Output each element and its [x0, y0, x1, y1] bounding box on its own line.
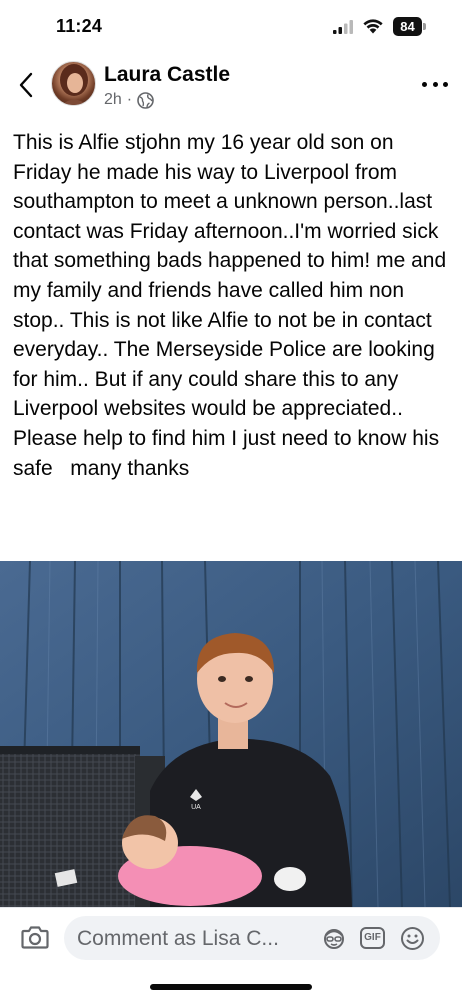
post-timestamp[interactable]: 2h	[104, 91, 122, 109]
gif-icon[interactable]: GIF	[360, 927, 385, 949]
battery-level: 84	[393, 17, 422, 36]
wifi-icon	[363, 19, 383, 34]
camera-icon[interactable]	[21, 924, 49, 950]
brand-logo: UA	[191, 804, 201, 811]
comment-bar: Comment as Lisa C... GIF	[0, 907, 462, 970]
battery-icon: 84	[393, 17, 426, 36]
comment-placeholder: Comment as Lisa C...	[77, 927, 279, 950]
chevron-left-icon	[19, 72, 33, 98]
comment-input[interactable]: Comment as Lisa C... GIF	[64, 916, 440, 960]
avatar-image	[60, 64, 88, 105]
battery-tip	[423, 23, 426, 30]
status-bar: 11:24 84	[0, 0, 462, 54]
home-indicator[interactable]	[150, 984, 312, 990]
globe-icon	[137, 91, 154, 109]
photo-image: UA	[0, 561, 462, 907]
more-dot	[422, 81, 427, 87]
post-photo[interactable]: UA	[0, 561, 462, 907]
status-time: 11:24	[56, 16, 103, 36]
post-header: Laura Castle 2h ·	[0, 56, 462, 116]
more-dot	[443, 81, 448, 87]
more-options-button[interactable]	[422, 76, 448, 92]
post-body-text: This is Alfie stjohn my 16 year old son …	[13, 131, 452, 480]
back-button[interactable]	[14, 70, 38, 100]
author-name[interactable]: Laura Castle	[104, 63, 230, 87]
more-dot	[432, 81, 438, 87]
avatar-sticker-icon[interactable]	[321, 926, 347, 950]
post-meta: 2h ·	[104, 91, 154, 109]
cellular-signal-icon	[333, 20, 353, 34]
meta-separator: ·	[126, 91, 133, 108]
emoji-icon[interactable]	[400, 926, 425, 951]
author-avatar[interactable]	[51, 61, 96, 106]
